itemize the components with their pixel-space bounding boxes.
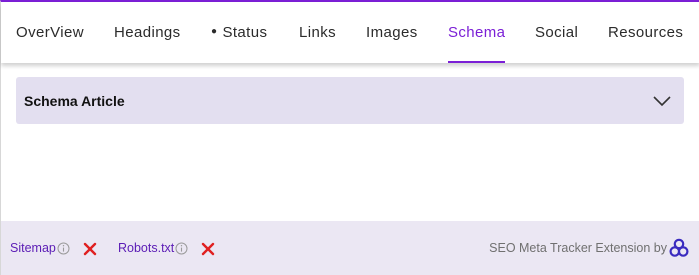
extension-popup: OverView Headings ● Status Links Images … bbox=[0, 0, 699, 275]
tab-label: Headings bbox=[114, 24, 181, 41]
tab-label: Resources bbox=[608, 24, 684, 41]
tab-label: OverView bbox=[16, 24, 84, 41]
tab-label: Images bbox=[366, 24, 418, 41]
tab-bar: OverView Headings ● Status Links Images … bbox=[1, 2, 699, 63]
tab-overview[interactable]: OverView bbox=[16, 2, 84, 63]
schema-article-accordion[interactable]: Schema Article bbox=[16, 77, 684, 124]
info-icon[interactable] bbox=[57, 242, 70, 255]
robots-txt-link[interactable]: Robots.txt bbox=[118, 241, 174, 255]
extension-credit: SEO Meta Tracker Extension by bbox=[489, 241, 667, 255]
accordion-title: Schema Article bbox=[24, 92, 125, 109]
tab-resources[interactable]: Resources bbox=[608, 2, 683, 63]
tab-label: Schema bbox=[448, 24, 506, 41]
chevron-down-icon bbox=[653, 95, 671, 106]
tab-status[interactable]: ● Status bbox=[211, 2, 267, 63]
tab-schema[interactable]: Schema bbox=[448, 2, 506, 63]
tab-label: Social bbox=[535, 24, 579, 41]
robots-missing-x-icon bbox=[201, 242, 215, 256]
tab-headings[interactable]: Headings bbox=[114, 2, 181, 63]
tab-social[interactable]: Social bbox=[535, 2, 578, 63]
tab-label: Status bbox=[222, 24, 268, 41]
sitemap-missing-x-icon bbox=[83, 242, 97, 256]
tab-images[interactable]: Images bbox=[366, 2, 418, 63]
footer-bar: Sitemap Robots.txt SEO Meta Tracker Exte… bbox=[1, 221, 699, 275]
brand-logo-icon[interactable] bbox=[669, 238, 689, 258]
tab-label: Links bbox=[299, 24, 337, 41]
sitemap-link[interactable]: Sitemap bbox=[10, 241, 56, 255]
status-dot-icon: ● bbox=[211, 26, 218, 37]
tab-links[interactable]: Links bbox=[299, 2, 336, 63]
info-icon[interactable] bbox=[175, 242, 188, 255]
